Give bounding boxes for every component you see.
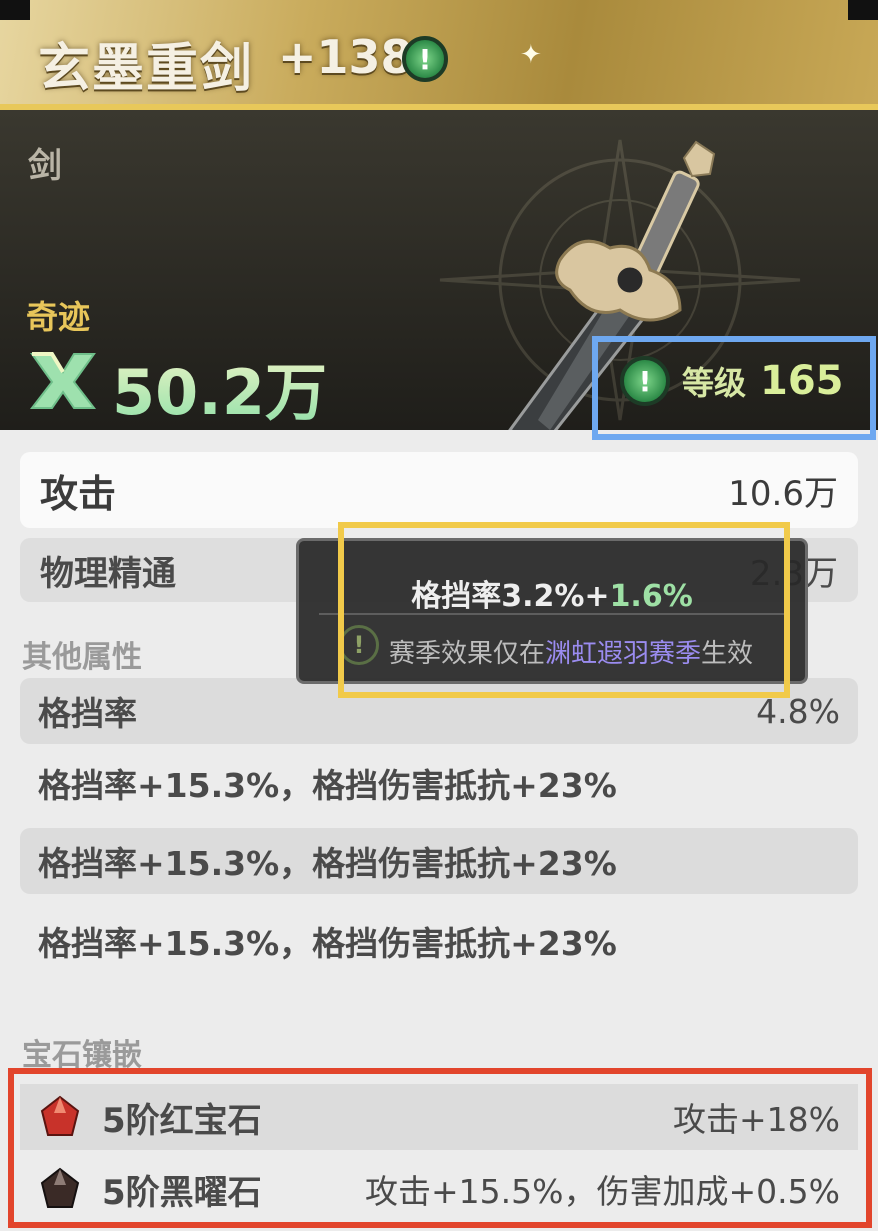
info-alert-icon[interactable]: !	[402, 36, 448, 82]
refine-level: +138	[278, 30, 413, 84]
sub-stat-label: 物理精通	[40, 553, 176, 594]
other-attrs-title: 其他属性	[22, 640, 142, 675]
attr-row: 格挡率+15.3%，格挡伤害抵抗+23%	[38, 924, 617, 963]
highlight-box-gems	[8, 1068, 872, 1228]
attr-row: 格挡率+15.3%，格挡伤害抵抗+23%	[38, 766, 617, 805]
combat-power: 50.2万	[112, 342, 327, 430]
sparkle-icon: ✦	[520, 40, 542, 70]
item-name: 玄墨重剑	[38, 39, 255, 99]
corner-decoration	[0, 0, 30, 20]
main-stat-value: 10.6万	[728, 473, 838, 514]
main-stat-label: 攻击	[40, 471, 117, 516]
highlight-box-level	[592, 336, 876, 440]
highlight-box-tooltip	[338, 522, 790, 698]
attr-row: 格挡率+15.3%，格挡伤害抵抗+23%	[20, 828, 858, 894]
main-stat-row: 攻击 10.6万	[20, 452, 858, 528]
weapon-type: 剑	[28, 146, 62, 186]
power-icon	[29, 352, 97, 409]
corner-decoration	[848, 0, 878, 20]
rarity-label: 奇迹	[26, 298, 91, 336]
title-banner: 玄墨重剑 +138 ! ✦	[0, 0, 878, 110]
item-detail-card: 玄墨重剑 +138 ! ✦ 剑 奇迹 50.2万 ! 等级 165 攻击 10.…	[0, 0, 878, 1231]
